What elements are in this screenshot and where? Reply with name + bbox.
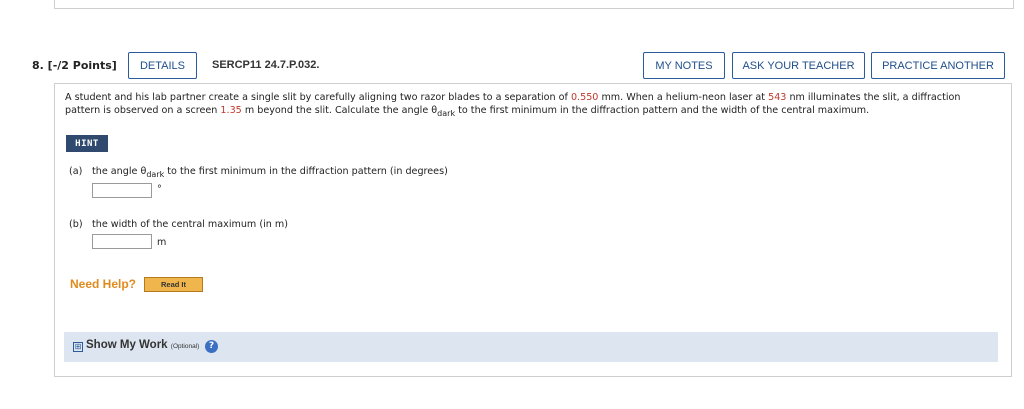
previous-card-edge — [54, 0, 1014, 9]
ask-teacher-button[interactable]: ASK YOUR TEACHER — [732, 52, 865, 79]
part-a-label: (a) — [69, 166, 83, 177]
part-b-prompt: the width of the central maximum (in m) — [92, 219, 288, 230]
my-notes-button[interactable]: MY NOTES — [643, 52, 725, 79]
degree-unit: ° — [157, 184, 162, 195]
part-a-prompt: the angle θdark to the first minimum in … — [92, 166, 448, 179]
part-b-label: (b) — [69, 219, 83, 230]
expand-icon[interactable]: ⊞ — [73, 342, 83, 352]
help-icon[interactable]: ? — [205, 340, 218, 353]
show-my-work-label[interactable]: Show My Work (Optional) — [86, 339, 199, 351]
question-text: A student and his lab partner create a s… — [65, 92, 961, 118]
read-it-button[interactable]: Read It — [144, 277, 203, 292]
question-number: 8. [-/2 Points] — [32, 59, 117, 72]
screen-distance-value: 1.35 — [220, 105, 242, 116]
practice-another-button[interactable]: PRACTICE ANOTHER — [871, 52, 1005, 79]
wavelength-value: 543 — [768, 92, 787, 103]
part-a-answer-input[interactable] — [92, 183, 152, 198]
hint-button[interactable]: HINT — [66, 135, 108, 152]
part-b-answer-input[interactable] — [92, 234, 152, 249]
show-my-work-bar[interactable]: ⊞ Show My Work (Optional) ? — [64, 332, 998, 362]
meter-unit: m — [157, 237, 167, 248]
question-code: SERCP11 24.7.P.032. — [212, 59, 320, 71]
details-button[interactable]: DETAILS — [128, 52, 197, 79]
need-help-label: Need Help? — [70, 277, 137, 291]
slit-separation-value: 0.550 — [570, 92, 599, 103]
